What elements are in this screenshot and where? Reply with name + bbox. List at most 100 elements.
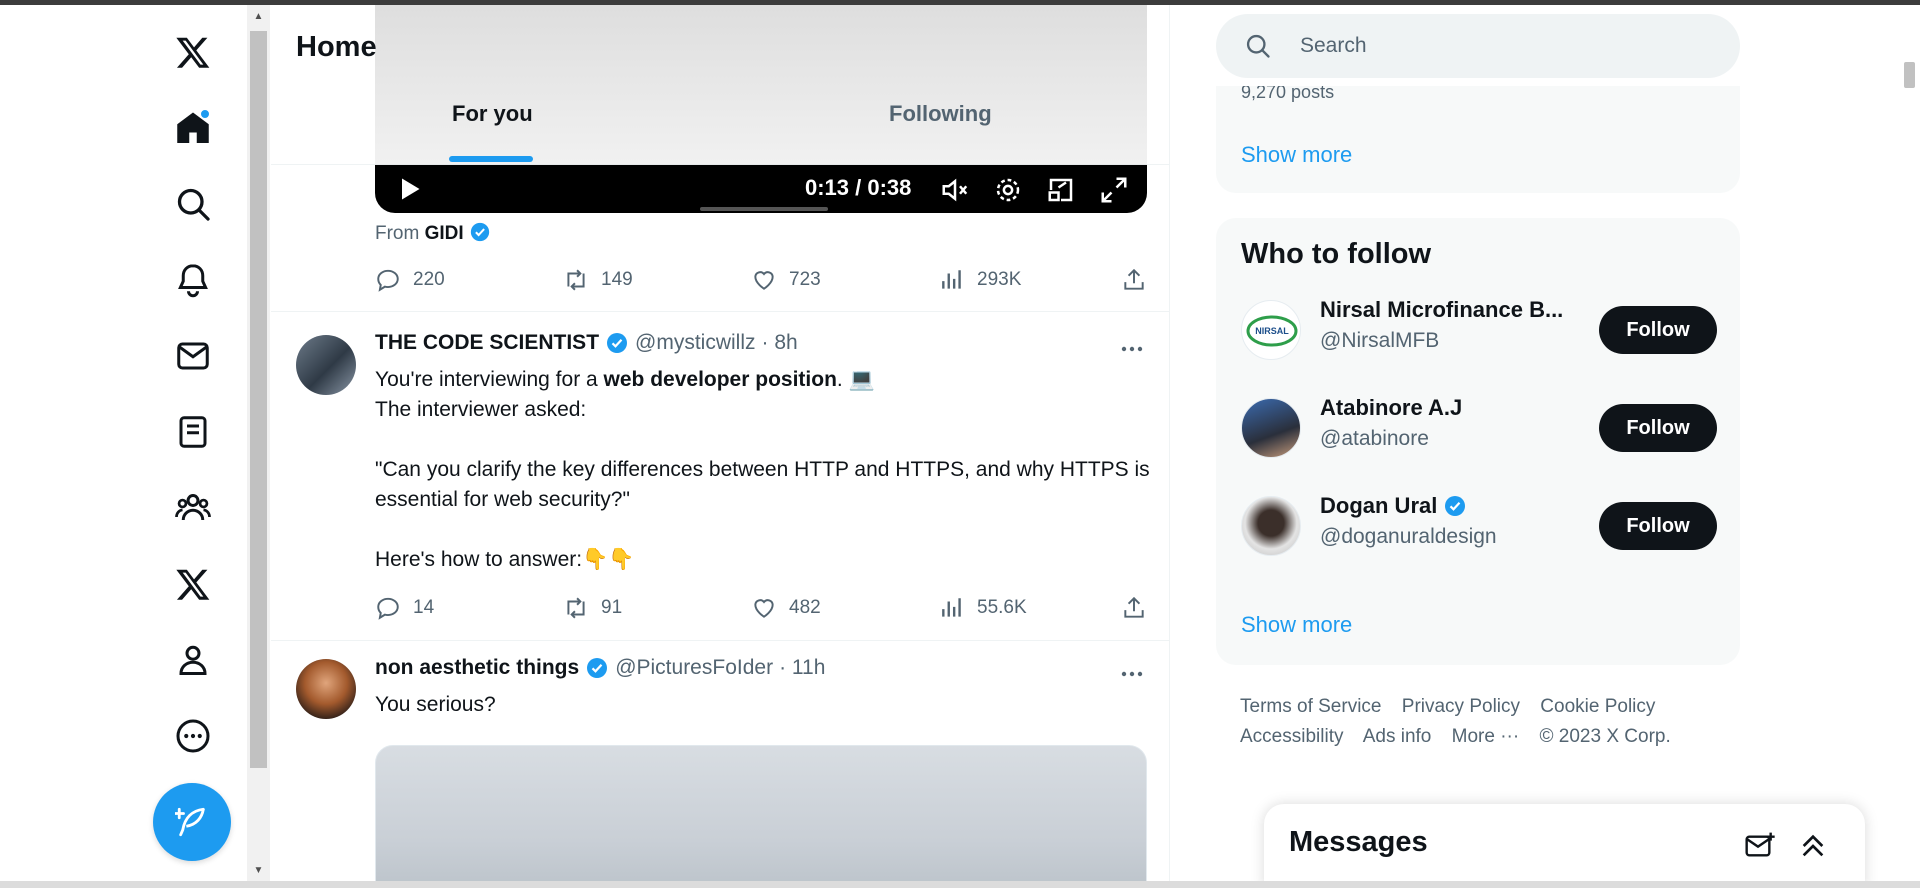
who-to-follow-show-more-link[interactable]: Show more: [1241, 612, 1352, 638]
views-button[interactable]: 293K: [939, 267, 1021, 293]
page-scrollbar-thumb[interactable]: [1904, 62, 1915, 88]
follow-button[interactable]: Follow: [1599, 404, 1717, 452]
page-scrollbar[interactable]: [1899, 5, 1920, 881]
copyright: © 2023 X Corp.: [1539, 726, 1671, 747]
tweet-actions: 220 149 723 293K: [375, 267, 1147, 297]
main-feed: Home For you Following 0:13 / 0:38 From …: [271, 5, 1170, 881]
more-options-icon[interactable]: [1117, 664, 1147, 684]
follow-button[interactable]: Follow: [1599, 502, 1717, 550]
heart-icon: [754, 271, 774, 290]
trend-post-count: 9,270 posts: [1241, 86, 1335, 102]
messages-drawer[interactable]: Messages: [1264, 804, 1865, 888]
share-button[interactable]: [1121, 595, 1147, 621]
source-name[interactable]: GIDI: [425, 223, 464, 244]
who-to-follow-title: Who to follow: [1241, 238, 1432, 270]
views-chart-icon: [942, 270, 961, 289]
verified-badge-icon: [470, 222, 490, 242]
follow-button[interactable]: Follow: [1599, 306, 1717, 354]
tweet-time[interactable]: · 11h: [779, 656, 825, 680]
reply-button[interactable]: 14: [375, 595, 434, 621]
video-progress-track[interactable]: [700, 207, 828, 211]
notifications-icon[interactable]: [170, 257, 216, 303]
privacy-link[interactable]: Privacy Policy: [1402, 696, 1520, 717]
explore-icon[interactable]: [170, 181, 216, 227]
svg-text:NIRSAL: NIRSAL: [1255, 326, 1289, 336]
share-button[interactable]: [1121, 267, 1147, 293]
author-name[interactable]: non aesthetic things: [375, 656, 579, 680]
repost-button[interactable]: 149: [563, 267, 633, 293]
post-button[interactable]: [153, 783, 231, 861]
follow-suggestion[interactable]: NIRSAL Nirsal Microfinance B... @NirsalM…: [1216, 285, 1740, 375]
avatar[interactable]: [296, 335, 356, 395]
avatar[interactable]: [1241, 398, 1301, 458]
like-button[interactable]: 723: [751, 267, 821, 293]
feed-header: Home For you Following: [271, 5, 1169, 165]
video-source: From GIDI: [375, 221, 491, 245]
search-bar[interactable]: [1216, 14, 1740, 78]
views-button[interactable]: 55.6K: [939, 595, 1027, 621]
premium-icon[interactable]: [170, 561, 216, 607]
follow-suggestion[interactable]: Atabinore A.J @atabinore Follow: [1216, 383, 1740, 473]
footer-links: Terms of Service Privacy Policy Cookie P…: [1240, 692, 1720, 752]
follow-suggestion[interactable]: Dogan Ural @doganuraldesign Follow: [1216, 481, 1740, 571]
settings-icon[interactable]: [993, 175, 1023, 205]
mute-icon[interactable]: [940, 175, 970, 205]
tweet-media-image[interactable]: [375, 745, 1147, 881]
terms-link[interactable]: Terms of Service: [1240, 696, 1381, 717]
play-icon[interactable]: [395, 175, 423, 203]
picture-in-picture-icon[interactable]: [1046, 175, 1076, 205]
search-icon: [1246, 34, 1270, 58]
video-behind-header: [375, 5, 1147, 165]
profile-icon[interactable]: [170, 637, 216, 683]
avatar[interactable]: [296, 659, 356, 719]
accessibility-link[interactable]: Accessibility: [1240, 726, 1343, 747]
more-options-icon[interactable]: [1117, 339, 1147, 359]
author-handle[interactable]: @mysticwillz: [635, 331, 755, 355]
active-tab-indicator: [449, 156, 533, 162]
tweet-header: THE CODE SCIENTIST @mysticwillz · 8h: [375, 331, 798, 355]
who-to-follow-card: Who to follow NIRSAL Nirsal Microfinance…: [1216, 218, 1740, 665]
ads-info-link[interactable]: Ads info: [1363, 726, 1432, 747]
verified-badge-icon: [587, 658, 608, 678]
messages-icon[interactable]: [170, 333, 216, 379]
search-input[interactable]: [1300, 28, 1700, 64]
more-link[interactable]: More ···: [1452, 726, 1520, 747]
heart-icon: [754, 599, 774, 618]
lists-icon[interactable]: [170, 409, 216, 455]
scroll-down-arrow-icon[interactable]: ▼: [247, 861, 270, 879]
fullscreen-icon[interactable]: [1099, 175, 1129, 205]
tweet-actions: 14 91 482 55.6K: [375, 595, 1147, 625]
scroll-up-arrow-icon[interactable]: ▲: [247, 7, 270, 25]
author-handle[interactable]: @PicturesFoIder: [615, 656, 773, 680]
expand-up-icon[interactable]: [1797, 830, 1829, 862]
avatar[interactable]: [1241, 496, 1301, 556]
avatar[interactable]: NIRSAL: [1241, 300, 1301, 360]
tweet-header: non aesthetic things @PicturesFoIder · 1…: [375, 656, 825, 680]
author-name[interactable]: THE CODE SCIENTIST: [375, 331, 599, 355]
trending-show-more-link[interactable]: Show more: [1241, 142, 1352, 168]
reply-icon: [377, 269, 399, 292]
communities-icon[interactable]: [170, 485, 216, 531]
repost-button[interactable]: 91: [563, 595, 622, 621]
verified-badge-icon: [1445, 496, 1466, 516]
reply-button[interactable]: 220: [375, 267, 445, 293]
tweet[interactable]: non aesthetic things @PicturesFoIder · 1…: [271, 641, 1169, 881]
tweet-time[interactable]: · 8h: [762, 331, 798, 355]
tweet-text: You serious?: [375, 693, 496, 716]
reply-icon: [377, 597, 399, 620]
home-icon[interactable]: [170, 105, 216, 151]
video-player-controls[interactable]: 0:13 / 0:38: [375, 165, 1147, 213]
new-message-icon[interactable]: [1744, 830, 1776, 862]
share-icon: [1124, 268, 1144, 290]
verified-badge-icon: [607, 333, 628, 353]
cookie-link[interactable]: Cookie Policy: [1540, 696, 1655, 717]
feed-scrollbar[interactable]: ▲ ▼: [247, 5, 270, 881]
tab-for-you[interactable]: For you: [452, 101, 533, 127]
share-icon: [1124, 596, 1144, 618]
more-icon[interactable]: [170, 713, 216, 759]
scrollbar-thumb[interactable]: [250, 31, 267, 768]
tweet[interactable]: THE CODE SCIENTIST @mysticwillz · 8h You…: [271, 312, 1169, 640]
like-button[interactable]: 482: [751, 595, 821, 621]
tab-following[interactable]: Following: [889, 101, 992, 127]
x-logo-icon[interactable]: [170, 29, 216, 75]
